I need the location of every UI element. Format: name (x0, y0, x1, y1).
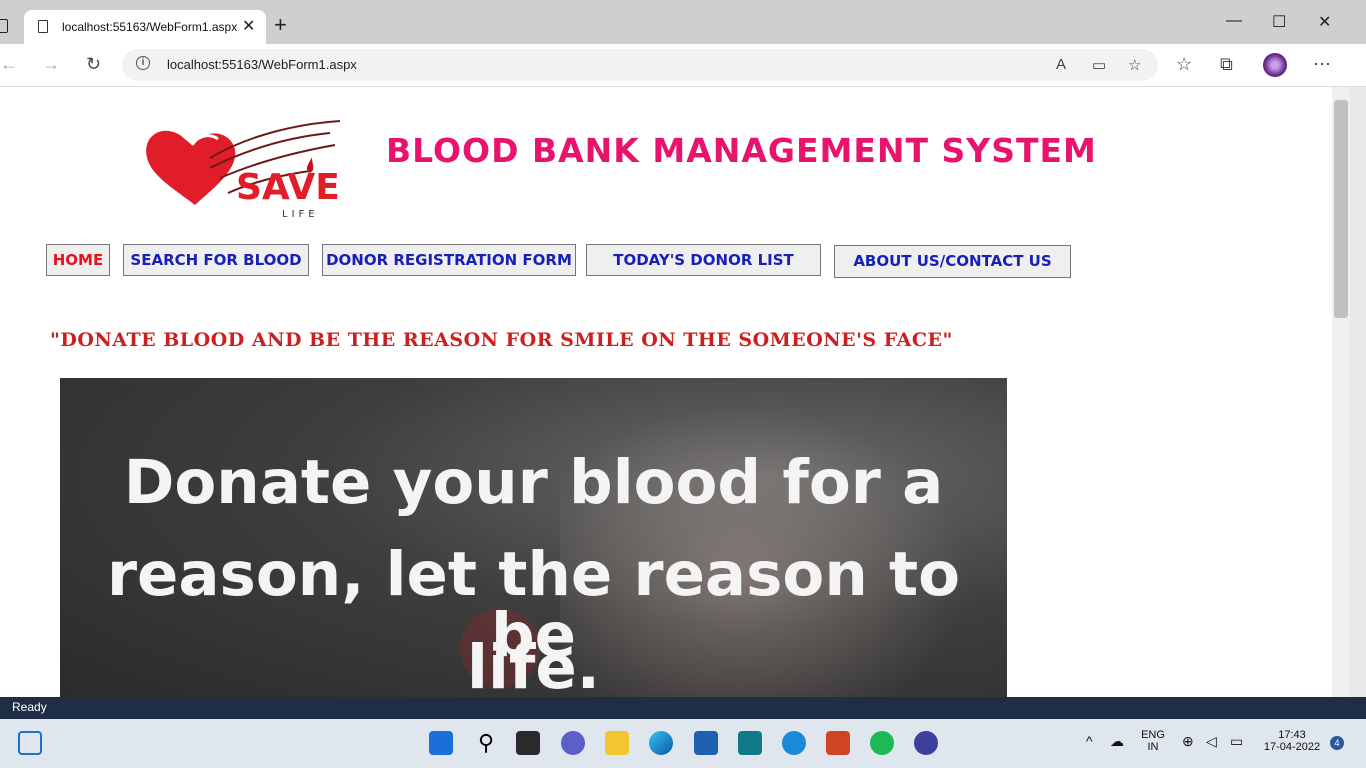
visual-studio-icon[interactable] (914, 731, 938, 755)
onedrive-icon[interactable]: ☁ (1110, 733, 1124, 750)
favorites-icon[interactable]: ☆ (1176, 54, 1192, 75)
banner-line-1: Donate your blood for a (123, 447, 944, 518)
menu-search-blood-button[interactable]: SEARCH FOR BLOOD (123, 244, 309, 276)
banner-image: Donate your blood for a reason, let the … (60, 378, 1007, 697)
start-icon[interactable] (429, 731, 453, 755)
status-text: Ready (12, 700, 47, 714)
menu-donor-registration-button[interactable]: DONOR REGISTRATION FORM (322, 244, 576, 276)
clock[interactable]: 17:43 17-04-2022 (1260, 729, 1324, 753)
maximize-button[interactable]: ☐ (1272, 12, 1286, 32)
tray-chevron-icon[interactable]: ^ (1086, 733, 1093, 749)
menu-about-contact-button[interactable]: ABOUT US/CONTACT US (834, 245, 1071, 278)
help-icon[interactable] (782, 731, 806, 755)
scrollbar-thumb[interactable] (1334, 100, 1348, 318)
site-info-icon[interactable]: i (136, 56, 150, 70)
url-text: localhost:55163/WebForm1.aspx (167, 57, 357, 72)
window-edge (1350, 87, 1366, 697)
profile-avatar[interactable] (1263, 53, 1287, 77)
read-aloud-icon[interactable]: A (1056, 56, 1066, 73)
app-icon[interactable] (738, 731, 762, 755)
spotify-icon[interactable] (870, 731, 894, 755)
language-text: ENG (1141, 729, 1165, 741)
store-icon[interactable] (694, 731, 718, 755)
network-icon[interactable]: ⊕ (1182, 733, 1194, 750)
battery-icon[interactable]: ▭ (1230, 733, 1243, 750)
forward-arrow-icon[interactable]: → (42, 54, 60, 75)
menu-todays-donor-list-button[interactable]: TODAY'S DONOR LIST (586, 244, 821, 276)
chat-icon[interactable] (561, 731, 585, 755)
tagline: "DONATE BLOOD AND BE THE REASON FOR SMIL… (50, 329, 953, 351)
browser-tab[interactable]: localhost:55163/WebForm1.aspx ✕ (24, 10, 266, 44)
region-text: IN (1147, 741, 1159, 753)
back-arrow-icon[interactable]: ← (0, 54, 18, 75)
menu-home-button[interactable]: HOME (46, 244, 110, 276)
more-menu-icon[interactable]: ⋯ (1313, 54, 1331, 75)
tab-close-icon[interactable]: ✕ (242, 16, 255, 36)
logo-subtext: LIFE (282, 209, 319, 220)
save-life-logo: SAVE LIFE (146, 120, 341, 220)
status-bar: Ready (0, 697, 1366, 719)
search-icon[interactable]: ⚲ (474, 731, 498, 755)
windows-taskbar: ⚲ ^ ☁ ENG IN ⊕ ◁ ▭ 17:43 17-04-2022 4 (0, 719, 1366, 768)
refresh-icon[interactable]: ↻ (86, 54, 101, 75)
immersive-reader-icon[interactable]: ▭ (1092, 56, 1106, 74)
clock-time: 17:43 (1278, 729, 1306, 741)
site-title: BLOOD BANK MANAGEMENT SYSTEM (386, 131, 1097, 170)
task-view-icon[interactable] (18, 731, 42, 755)
browser-tab-strip: localhost:55163/WebForm1.aspx ✕ + — ☐ ✕ (0, 0, 1366, 44)
clock-date: 17-04-2022 (1263, 741, 1321, 753)
browser-toolbar: ← → ↻ i localhost:55163/WebForm1.aspx A … (0, 44, 1366, 87)
collections-icon[interactable]: ⧉ (1220, 54, 1233, 75)
web-page: SAVE LIFE BLOOD BANK MANAGEMENT SYSTEM H… (0, 87, 1332, 697)
minimize-button[interactable]: — (1226, 12, 1242, 30)
notification-badge[interactable]: 4 (1330, 736, 1344, 750)
language-indicator[interactable]: ENG IN (1138, 729, 1168, 753)
file-explorer-icon[interactable] (605, 731, 629, 755)
powerpoint-icon[interactable] (826, 731, 850, 755)
volume-icon[interactable]: ◁ (1206, 733, 1217, 750)
edge-icon[interactable] (649, 731, 673, 755)
banner-line-3: life. (467, 632, 600, 697)
tab-title: localhost:55163/WebForm1.aspx (62, 20, 238, 34)
task-switch-icon[interactable] (516, 731, 540, 755)
page-icon (38, 20, 48, 33)
address-bar[interactable]: i localhost:55163/WebForm1.aspx A ▭ ☆ (122, 49, 1158, 81)
close-window-button[interactable]: ✕ (1318, 12, 1331, 32)
new-tab-button[interactable]: + (274, 14, 287, 36)
logo-text: SAVE (236, 167, 340, 208)
add-favorite-icon[interactable]: ☆ (1128, 56, 1141, 74)
tab-actions-icon[interactable] (0, 19, 8, 33)
